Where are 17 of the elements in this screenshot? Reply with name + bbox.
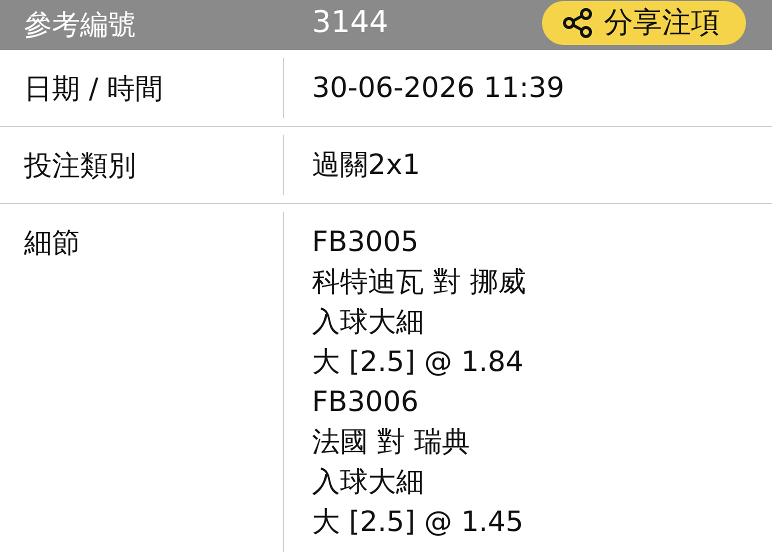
field-label: 日期 / 時間 bbox=[23, 71, 164, 107]
field-value: 入球大細 bbox=[312, 304, 425, 340]
field-value: 大 [2.5] @ 1.84 bbox=[312, 344, 524, 380]
reference-value: 3144 bbox=[312, 4, 390, 40]
field-value: 過關2x1 bbox=[312, 147, 420, 183]
field-value: FB3006 bbox=[312, 384, 420, 420]
field-value: FB3005 bbox=[312, 224, 420, 260]
field-value: 30-06-2026 11:39 bbox=[312, 70, 564, 106]
field-value: 入球大細 bbox=[312, 464, 425, 500]
field-value: 法國 對 瑞典 bbox=[312, 424, 471, 460]
field-label: 投注類別 bbox=[23, 148, 137, 184]
share-icon bbox=[562, 7, 594, 39]
field-label: 細節 bbox=[23, 225, 81, 261]
share-button[interactable]: 分享注項 bbox=[542, 1, 746, 45]
field-value: 科特迪瓦 對 挪威 bbox=[312, 264, 526, 300]
reference-label: 參考編號 bbox=[24, 7, 137, 43]
field-value: 大 [2.5] @ 1.45 bbox=[312, 504, 524, 540]
